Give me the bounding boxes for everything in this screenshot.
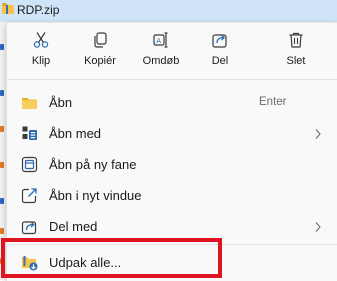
delete-button[interactable]: Slet <box>270 29 322 75</box>
selected-file-row[interactable]: RDP.zip <box>0 0 337 22</box>
share-icon <box>212 34 227 48</box>
menu-item-label: Åbn på ny fane <box>49 157 137 172</box>
file-icon <box>0 198 4 204</box>
context-menu-toolbar: Klip Kopiér A Omdøb Del Slet <box>7 23 337 80</box>
menu-item-open-with[interactable]: Åbn med <box>7 118 337 149</box>
copy-label: Kopiér <box>84 55 116 67</box>
file-name: RDP.zip <box>17 3 60 17</box>
rename-button[interactable]: A Omdøb <box>135 29 187 75</box>
menu-item-label: Åbn <box>49 95 73 110</box>
file-icon <box>0 126 4 132</box>
svg-text:A: A <box>156 37 161 45</box>
rename-icon: A <box>153 32 168 48</box>
menu-item-label: Åbn med <box>49 126 102 141</box>
chevron-right-icon <box>315 129 321 139</box>
cut-label: Klip <box>31 55 51 67</box>
menu-item-label: Åbn i nyt vindue <box>49 188 142 203</box>
share-button[interactable]: Del <box>194 29 246 75</box>
new-window-icon <box>21 188 37 204</box>
folder-icon <box>22 98 37 109</box>
file-icon <box>0 44 4 50</box>
menu-item-open[interactable]: Åbn Enter <box>7 87 337 118</box>
menu-item-open-new-tab[interactable]: Åbn på ny fane <box>7 149 337 180</box>
menu-item-open-new-window[interactable]: Åbn i nyt vindue <box>7 180 337 211</box>
menu-item-label: Del med <box>49 219 98 234</box>
copy-button[interactable]: Kopiér <box>74 29 126 75</box>
zip-folder-icon <box>2 3 14 14</box>
delete-label: Slet <box>286 55 306 67</box>
trash-icon <box>289 32 303 48</box>
rename-label: Omdøb <box>142 55 180 67</box>
cut-button[interactable]: Klip <box>15 29 67 75</box>
file-icon <box>0 162 4 168</box>
open-with-icon <box>22 126 37 140</box>
share-label: Del <box>211 55 229 67</box>
share-icon <box>21 221 37 235</box>
new-tab-icon <box>21 156 38 173</box>
highlight-annotation-box <box>1 238 222 278</box>
file-icon <box>0 228 4 234</box>
file-icon <box>0 90 4 96</box>
copy-icon <box>94 32 107 48</box>
shortcut-hint: Enter <box>259 96 287 108</box>
cut-icon <box>33 32 49 48</box>
zip-folder-icon-stripe <box>6 5 8 14</box>
chevron-right-icon <box>315 222 321 232</box>
